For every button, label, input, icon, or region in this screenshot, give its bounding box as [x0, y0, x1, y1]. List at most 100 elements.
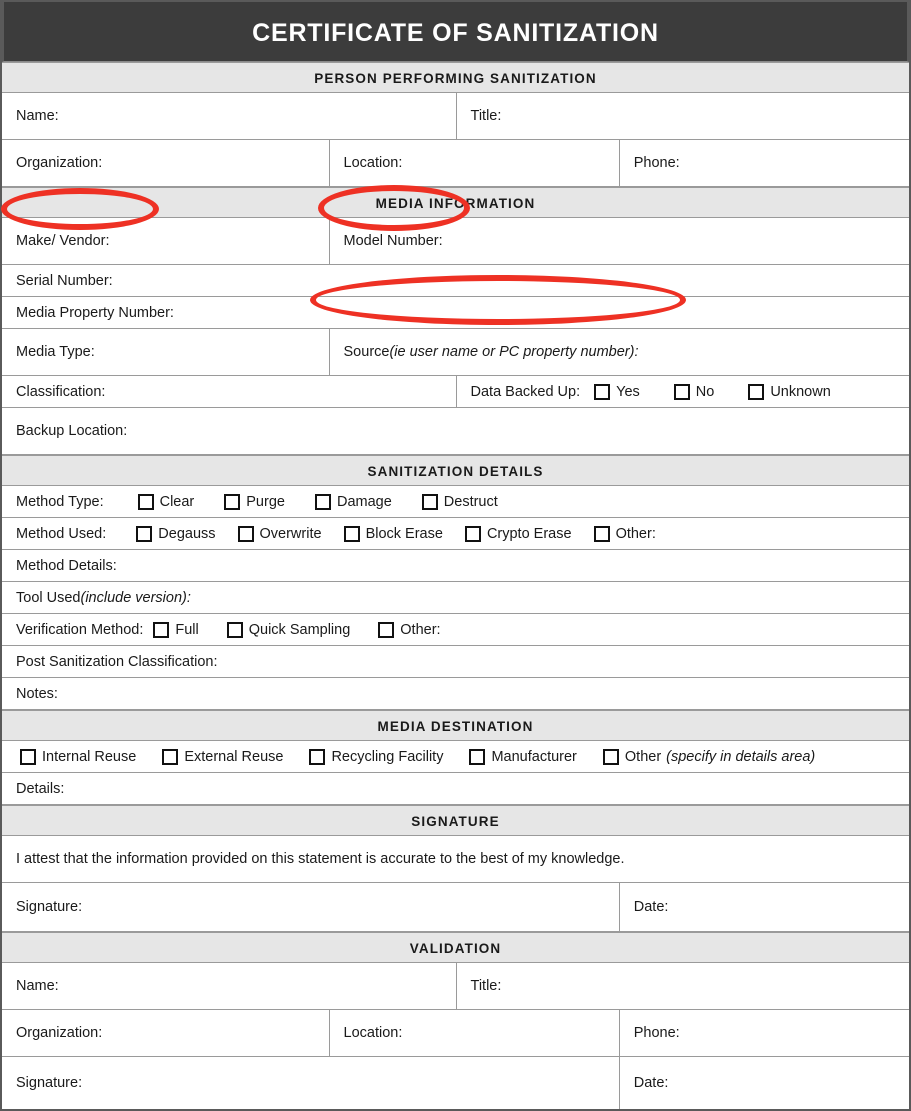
row-method-type: Method Type: Clear Purge Damage Destruct	[2, 486, 909, 518]
checkbox-method-type-damage[interactable]: Damage	[314, 493, 392, 510]
field-label: Signature:	[16, 1075, 83, 1091]
checkbox-verification-full[interactable]: Full	[153, 621, 199, 638]
field-signature-date[interactable]: Date:	[618, 883, 909, 931]
row-attestation: I attest that the information provided o…	[2, 836, 909, 883]
section-header-person-performing: PERSON PERFORMING SANITIZATION	[2, 62, 909, 93]
checkbox-verification-other[interactable]: Other:	[378, 621, 441, 638]
field-label: Model Number:	[343, 233, 443, 249]
checkbox-icon[interactable]	[153, 621, 170, 638]
section-header-media-destination: MEDIA DESTINATION	[2, 710, 909, 741]
field-validation-name[interactable]: Name:	[2, 963, 456, 1009]
field-model-number[interactable]: Model Number:	[328, 218, 909, 264]
checkbox-destination-other[interactable]: Other (specify in details area)	[602, 748, 815, 765]
checkbox-icon[interactable]	[378, 621, 395, 638]
checkbox-icon[interactable]	[673, 383, 690, 400]
checkbox-icon[interactable]	[421, 493, 438, 510]
checkbox-destination-manufacturer[interactable]: Manufacturer	[469, 748, 577, 765]
checkbox-icon[interactable]	[593, 525, 610, 542]
checkbox-icon[interactable]	[309, 748, 326, 765]
field-backup-location[interactable]: Backup Location:	[2, 408, 909, 454]
field-validation-location[interactable]: Location:	[328, 1010, 619, 1056]
field-label: Media Property Number:	[16, 304, 174, 321]
field-label: Location:	[343, 1025, 403, 1041]
field-person-organization[interactable]: Organization:	[2, 140, 329, 186]
field-label-hint: (ie user name or PC property number):	[389, 344, 639, 360]
checkbox-icon[interactable]	[464, 525, 481, 542]
checkbox-icon[interactable]	[748, 383, 765, 400]
checkbox-data-backed-up-yes[interactable]: Yes	[594, 383, 640, 400]
checkbox-icon[interactable]	[224, 493, 241, 510]
checkbox-icon[interactable]	[162, 748, 179, 765]
checkbox-label: External Reuse	[184, 748, 284, 765]
field-person-location[interactable]: Location:	[328, 140, 619, 186]
field-label: Title:	[470, 978, 502, 994]
checkbox-icon[interactable]	[20, 748, 36, 765]
row-serial-number: Serial Number:	[2, 265, 909, 297]
field-data-backed-up: Data Backed Up: Yes No Unknown	[455, 376, 910, 407]
field-label: Signature:	[16, 899, 83, 915]
field-person-title[interactable]: Title:	[455, 93, 910, 139]
field-label: Organization:	[16, 1025, 103, 1041]
checkbox-icon[interactable]	[136, 525, 153, 542]
checkbox-label: Other	[624, 748, 662, 765]
checkbox-destination-internal-reuse[interactable]: Internal Reuse	[20, 748, 137, 765]
checkbox-label: No	[695, 383, 715, 400]
field-validation-phone[interactable]: Phone:	[618, 1010, 909, 1056]
checkbox-label: Yes	[616, 383, 640, 400]
field-person-phone[interactable]: Phone:	[618, 140, 909, 186]
field-validation-date[interactable]: Date:	[618, 1057, 909, 1109]
checkbox-icon[interactable]	[343, 525, 360, 542]
checkbox-icon[interactable]	[594, 383, 611, 400]
row-signature-date: Signature: Date:	[2, 883, 909, 932]
checkbox-method-used-overwrite[interactable]: Overwrite	[237, 525, 322, 542]
attestation-text: I attest that the information provided o…	[16, 851, 625, 867]
field-method-type: Method Type: Clear Purge Damage Destruct	[2, 486, 909, 517]
field-serial-number[interactable]: Serial Number:	[2, 265, 909, 296]
checkbox-icon[interactable]	[469, 748, 486, 765]
field-validation-organization[interactable]: Organization:	[2, 1010, 329, 1056]
checkbox-destination-recycling-facility[interactable]: Recycling Facility	[309, 748, 443, 765]
checkbox-data-backed-up-no[interactable]: No	[673, 383, 715, 400]
field-label: Phone:	[633, 1025, 680, 1041]
checkbox-label: Degauss	[158, 525, 216, 542]
checkbox-icon[interactable]	[137, 493, 154, 510]
field-signature[interactable]: Signature:	[2, 883, 619, 931]
field-media-property-number[interactable]: Media Property Number:	[2, 297, 909, 328]
field-label: Location:	[343, 155, 403, 171]
checkbox-data-backed-up-unknown[interactable]: Unknown	[748, 383, 831, 400]
checkbox-icon[interactable]	[602, 748, 619, 765]
field-media-destination: Internal Reuse External Reuse Recycling …	[2, 741, 909, 772]
field-validation-signature[interactable]: Signature:	[2, 1057, 619, 1109]
checkbox-icon[interactable]	[237, 525, 254, 542]
field-classification[interactable]: Classification:	[2, 376, 456, 407]
checkbox-method-type-purge[interactable]: Purge	[224, 493, 285, 510]
field-make-vendor[interactable]: Make/ Vendor:	[2, 218, 329, 264]
checkbox-destination-external-reuse[interactable]: External Reuse	[162, 748, 284, 765]
checkbox-verification-quick-sampling[interactable]: Quick Sampling	[226, 621, 350, 638]
field-notes[interactable]: Notes:	[2, 678, 909, 709]
field-method-details[interactable]: Method Details:	[2, 550, 909, 581]
field-validation-title[interactable]: Title:	[455, 963, 910, 1009]
field-label: Name:	[16, 978, 59, 994]
checkbox-icon[interactable]	[226, 621, 243, 638]
field-method-used: Method Used: Degauss Overwrite Block Era…	[2, 518, 909, 549]
field-media-type[interactable]: Media Type:	[2, 329, 329, 375]
checkbox-method-type-destruct[interactable]: Destruct	[421, 493, 498, 510]
checkbox-icon[interactable]	[314, 493, 331, 510]
field-destination-details[interactable]: Details:	[2, 773, 909, 804]
checkbox-method-used-block-erase[interactable]: Block Erase	[343, 525, 443, 542]
checkbox-method-used-other[interactable]: Other:	[593, 525, 656, 542]
checkbox-method-used-degauss[interactable]: Degauss	[136, 525, 216, 542]
field-tool-used[interactable]: Tool Used (include version):	[2, 582, 909, 613]
row-method-used: Method Used: Degauss Overwrite Block Era…	[2, 518, 909, 550]
checkbox-method-used-crypto-erase[interactable]: Crypto Erase	[464, 525, 572, 542]
row-media-destination-options: Internal Reuse External Reuse Recycling …	[2, 741, 909, 773]
row-backup-location: Backup Location:	[2, 408, 909, 455]
checkbox-method-type-clear[interactable]: Clear	[137, 493, 194, 510]
field-post-sanitization-classification[interactable]: Post Sanitization Classification:	[2, 646, 909, 677]
checkbox-label: Block Erase	[365, 525, 443, 542]
checkbox-label: Internal Reuse	[42, 748, 137, 765]
field-person-name[interactable]: Name:	[2, 93, 456, 139]
field-source[interactable]: Source (ie user name or PC property numb…	[328, 329, 909, 375]
field-label-hint: (include version):	[80, 589, 191, 606]
